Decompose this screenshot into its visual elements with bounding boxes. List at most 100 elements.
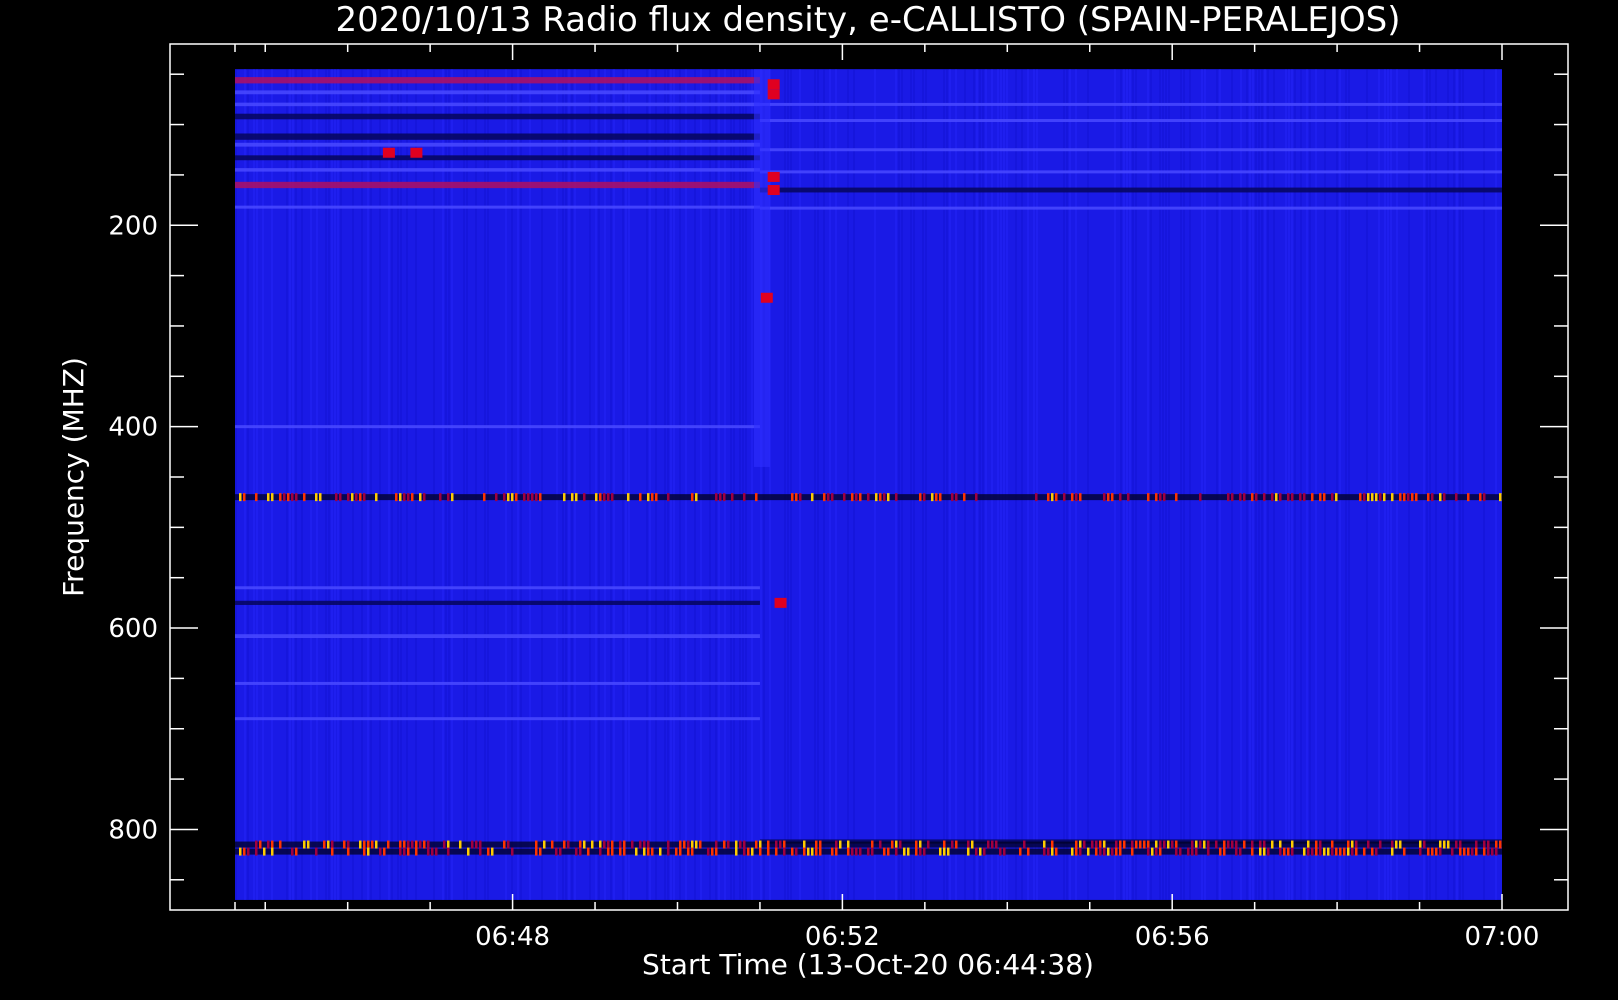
heatmap-speckle [403, 493, 406, 502]
heatmap-texture-column [511, 69, 513, 900]
heatmap-speckle [1119, 847, 1122, 856]
heatmap-texture-column [913, 69, 915, 900]
heatmap-speckle [1287, 493, 1290, 502]
heatmap-speckle [903, 847, 906, 856]
heatmap-speckle [743, 840, 746, 849]
heatmap-texture-column [1231, 69, 1233, 900]
heatmap-speckle [1231, 493, 1234, 502]
heatmap-speckle [247, 847, 250, 856]
heatmap-speckle [1495, 847, 1498, 856]
heatmap-speckle [1487, 847, 1490, 856]
heatmap-speckle [875, 493, 878, 502]
heatmap-speckle [847, 840, 850, 849]
heatmap-texture-column [1423, 69, 1425, 900]
heatmap-band [235, 102, 760, 107]
heatmap-speckle [1491, 847, 1494, 856]
heatmap-texture-column [1069, 69, 1071, 900]
heatmap-texture-column [1150, 69, 1152, 900]
heatmap-speckle [535, 840, 538, 849]
heatmap-texture-column [700, 69, 702, 900]
heatmap-speckle [1207, 847, 1210, 856]
heatmap-speckle [1483, 840, 1486, 849]
heatmap-speckle [879, 493, 882, 502]
heatmap-texture-column [388, 69, 390, 900]
heatmap-speckle [695, 840, 698, 849]
heatmap-speckle [303, 493, 306, 502]
heatmap-speckle [831, 493, 834, 502]
heatmap-speckle [1423, 840, 1426, 849]
heatmap-speckle [955, 493, 958, 502]
heatmap-texture-column [655, 69, 657, 900]
heatmap-speckle [643, 847, 646, 856]
heatmap-speckle [1051, 493, 1054, 502]
heatmap-speckle [1219, 847, 1222, 856]
heatmap-hot-spot [767, 79, 780, 90]
heatmap-texture-column [1165, 69, 1167, 900]
heatmap-speckle [259, 840, 262, 849]
heatmap-speckle [747, 847, 750, 856]
heatmap-speckle [1319, 493, 1322, 502]
heatmap-speckle [931, 493, 934, 502]
heatmap-speckle [255, 840, 258, 849]
heatmap-speckle [1023, 840, 1026, 849]
heatmap-speckle [1395, 840, 1398, 849]
heatmap-speckle [495, 493, 498, 502]
heatmap-speckle [915, 847, 918, 856]
heatmap-texture-column [361, 69, 363, 900]
heatmap-speckle [1243, 493, 1246, 502]
heatmap-speckle [719, 493, 722, 502]
heatmap-speckle [811, 493, 814, 502]
heatmap-speckle [1279, 840, 1282, 849]
heatmap-texture-column [484, 69, 486, 900]
heatmap-texture-column [1459, 69, 1461, 900]
heatmap-speckle [895, 840, 898, 849]
heatmap-speckle [323, 840, 326, 849]
heatmap-speckle [647, 493, 650, 502]
heatmap-speckle [855, 847, 858, 856]
heatmap-speckle [675, 847, 678, 856]
heatmap-band [759, 102, 1502, 106]
heatmap-speckle [1411, 493, 1414, 502]
heatmap-speckle [667, 493, 670, 502]
heatmap-speckle [1043, 847, 1046, 856]
y-tick-label: 200 [108, 211, 158, 241]
heatmap-speckle [1103, 840, 1106, 849]
heatmap-speckle [1499, 493, 1502, 502]
heatmap-speckle [1315, 840, 1318, 849]
heatmap-speckle [1319, 847, 1322, 856]
heatmap-speckle [255, 493, 258, 502]
heatmap-speckle [783, 847, 786, 856]
heatmap-texture-column [1267, 69, 1269, 900]
heatmap-speckle [427, 840, 430, 849]
heatmap-speckle [1455, 840, 1458, 849]
heatmap-speckle [1191, 840, 1194, 849]
heatmap-speckle [1439, 847, 1442, 856]
heatmap-texture-column [1201, 69, 1203, 900]
heatmap-speckle [1479, 493, 1482, 502]
heatmap-speckle [575, 847, 578, 856]
heatmap-speckle [799, 493, 802, 502]
heatmap-speckle [403, 847, 406, 856]
heatmap-texture-column [598, 69, 600, 900]
heatmap-speckle [403, 840, 406, 849]
heatmap-speckle [715, 840, 718, 849]
heatmap-speckle [1043, 840, 1046, 849]
heatmap-speckle [1451, 847, 1454, 856]
heatmap-speckle [1483, 493, 1486, 502]
heatmap-speckle [1147, 493, 1150, 502]
heatmap-speckle [859, 493, 862, 502]
heatmap-layer [235, 69, 1502, 900]
heatmap-speckle [1379, 840, 1382, 849]
heatmap-speckle [679, 847, 682, 856]
heatmap-speckle [779, 840, 782, 849]
heatmap-speckle [535, 493, 538, 502]
heatmap-speckle [1299, 493, 1302, 502]
heatmap-speckle [407, 847, 410, 856]
heatmap-speckle [1439, 493, 1442, 502]
heatmap-speckle [627, 493, 630, 502]
heatmap-speckle [583, 840, 586, 849]
heatmap-speckle [1311, 847, 1314, 856]
heatmap-speckle [287, 493, 290, 502]
heatmap-speckle [839, 840, 842, 849]
heatmap-speckle [723, 840, 726, 849]
